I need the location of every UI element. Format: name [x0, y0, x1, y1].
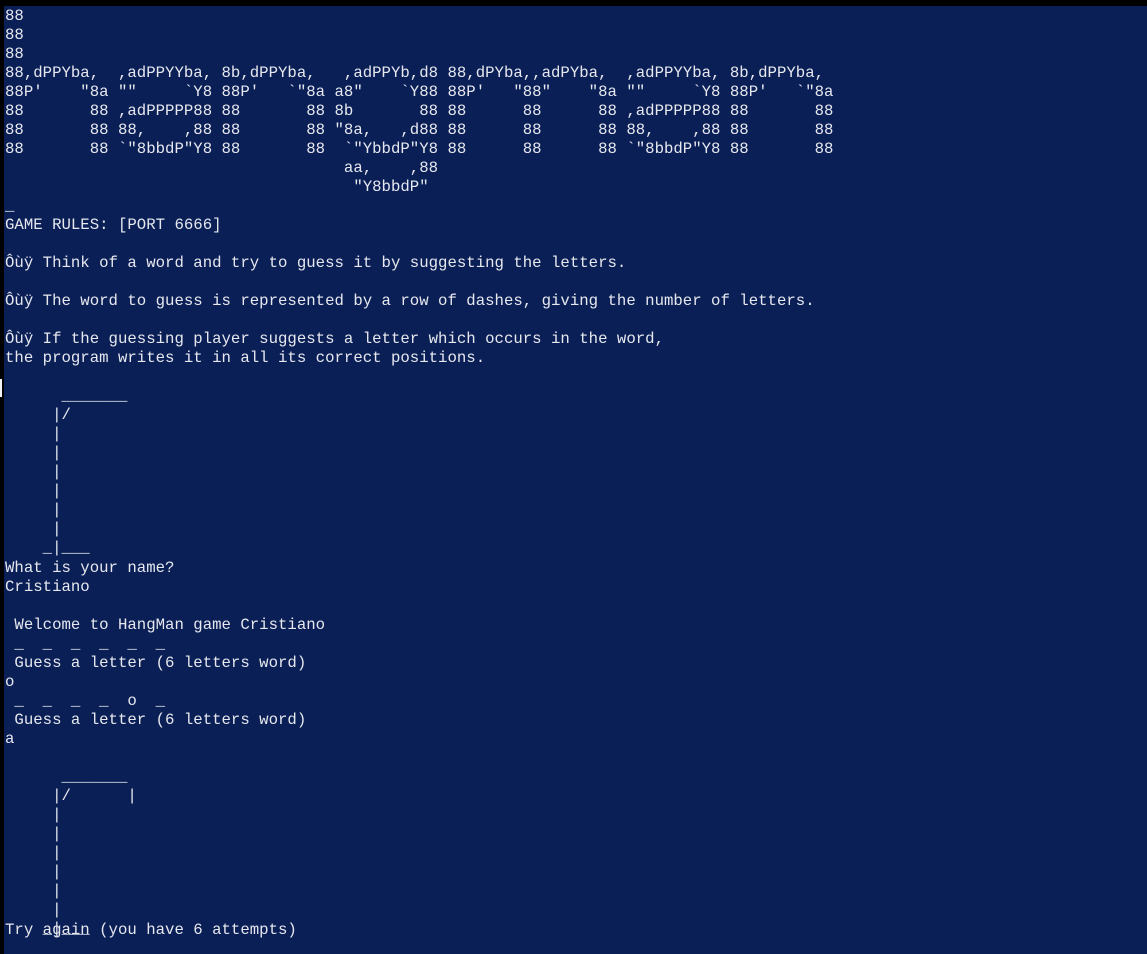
word-dashes-1: _ _ _ _ _ _ — [5, 635, 166, 653]
welcome-message: Welcome to HangMan game Cristiano — [5, 616, 326, 634]
window-top-border — [0, 0, 1147, 6]
name-input-echo: Cristiano — [5, 578, 90, 596]
text-cursor — [0, 379, 2, 397]
rule-1: Ôùÿ Think of a word and try to guess it … — [5, 254, 627, 272]
word-dashes-2: _ _ _ _ o _ — [5, 692, 166, 710]
rule-3-line-1: Ôùÿ If the guessing player suggests a le… — [5, 330, 664, 348]
rule-3-line-2: the program writes it in all its correct… — [5, 349, 486, 367]
hangman-banner-ascii-art: 88 88 88 88,dPPYba, ,adPPYYba, 8b,dPPYba… — [5, 7, 834, 215]
gallows-after-ascii: _______ |/ | | | | | | | _|___ — [42, 768, 137, 938]
status-message: Try again (you have 6 attempts) — [5, 921, 297, 939]
window-left-border — [0, 0, 4, 954]
gallows-initial-ascii: _______ |/ | | | | | | _|___ — [42, 387, 128, 557]
name-prompt: What is your name? — [5, 559, 175, 577]
guess-input-1: o — [5, 673, 15, 691]
rule-2: Ôùÿ The word to guess is represented by … — [5, 292, 815, 310]
guess-prompt-2: Guess a letter (6 letters word) — [5, 711, 307, 729]
guess-input-2: a — [5, 730, 15, 748]
console-window[interactable]: 88 88 88 88,dPPYba, ,adPPYYba, 8b,dPPYba… — [0, 0, 1147, 954]
rules-header: GAME RULES: [PORT 6666] — [5, 216, 222, 234]
guess-prompt-1: Guess a letter (6 letters word) — [5, 654, 307, 672]
